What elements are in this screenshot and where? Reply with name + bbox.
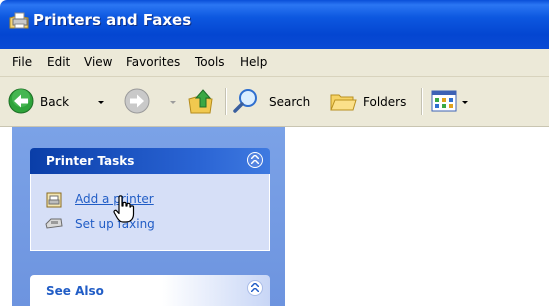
collapse-see-also-button[interactable] [247, 280, 263, 296]
printer-tasks-title: Printer Tasks [46, 154, 135, 168]
window-title: Printers and Faxes [33, 11, 192, 29]
folders-icon [330, 94, 357, 111]
back-dropdown-arrow[interactable] [98, 101, 104, 104]
task-pane: Printer Tasks Add a printer Set up faxin… [12, 127, 285, 306]
forward-dropdown-arrow[interactable] [170, 101, 176, 104]
title-bar[interactable]: Printers and Faxes [0, 0, 549, 49]
printer-tasks-body: Add a printer Set up faxing [30, 174, 270, 251]
toolbar-separator [225, 88, 227, 115]
search-icon [233, 89, 257, 113]
toolbar: Back Search Folders [0, 77, 549, 127]
forward-arrow-icon [124, 88, 150, 114]
hand-pointer-cursor [113, 195, 135, 223]
chevron-up-icon [251, 288, 259, 292]
printer-tasks-header[interactable]: Printer Tasks [30, 148, 270, 174]
menu-tools[interactable]: Tools [195, 55, 225, 69]
printer-folder-icon [9, 12, 29, 29]
see-also-title: See Also [46, 284, 104, 298]
back-label: Back [40, 95, 70, 109]
menu-edit[interactable]: Edit [47, 55, 70, 69]
search-label: Search [269, 95, 311, 109]
menu-view[interactable]: View [84, 55, 112, 69]
menu-bar: File Edit View Favorites Tools Help [0, 49, 549, 77]
up-folder-icon[interactable] [186, 87, 216, 115]
toolbar-separator [421, 88, 423, 115]
fax-icon [45, 218, 63, 229]
menu-file[interactable]: File [12, 55, 32, 69]
views-dropdown-arrow[interactable] [462, 101, 468, 104]
menu-help[interactable]: Help [240, 55, 267, 69]
collapse-printer-tasks-button[interactable] [247, 152, 263, 168]
views-icon [431, 90, 457, 112]
folders-label: Folders [363, 95, 407, 109]
chevron-up-icon [251, 155, 259, 159]
explorer-window: Printers and Faxes File Edit View Favori… [0, 0, 549, 306]
back-arrow-icon [8, 88, 34, 114]
chevron-up-icon [251, 283, 259, 287]
menu-favorites[interactable]: Favorites [126, 55, 180, 69]
chevron-up-icon [251, 160, 259, 164]
see-also-header[interactable]: See Also [30, 275, 270, 306]
add-printer-icon [46, 192, 62, 208]
